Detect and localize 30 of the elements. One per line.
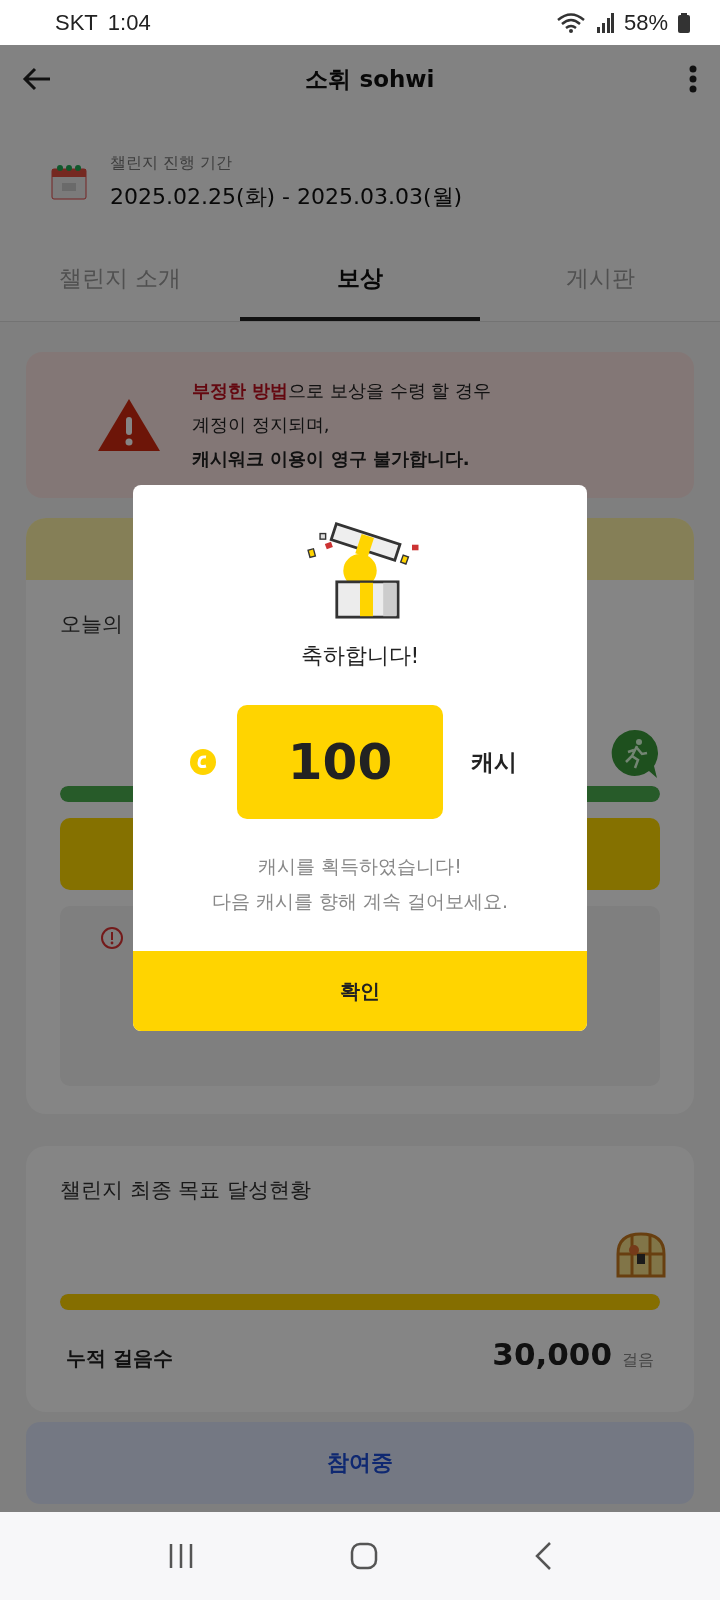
back-arrow-icon[interactable] [22, 66, 52, 93]
period-label: 챌린지 진행 기간 [110, 152, 234, 174]
wifi-icon [555, 11, 586, 34]
steps-label: 누적 걸음수 [66, 1345, 174, 1372]
page-title: 소휘 sohwi [304, 64, 436, 94]
battery-level: 58% [623, 9, 668, 36]
warning-text: 부정한 방법으로 보상을 수령 할 경우 계정이 정지되며, 캐시워크 이용이 영구 불가합니다. [192, 379, 492, 471]
dialog-title: 축하합니다! [300, 642, 420, 670]
steps-unit: 걸음 [622, 1350, 654, 1371]
tab[interactable]: 보상 [240, 231, 480, 321]
signal-icon [595, 12, 614, 33]
runner-icon [610, 728, 660, 780]
steps-value: 30,000 [492, 1336, 612, 1372]
reward-amount: 100 [237, 705, 443, 819]
card-title: 오늘의 [59, 611, 124, 638]
home-icon[interactable] [350, 1542, 378, 1570]
dialog-message: 캐시를 획득하였습니다! 다음 캐시를 향해 계속 걸어보세요. [211, 854, 509, 914]
alert-icon [100, 926, 124, 950]
coin-icon [189, 748, 217, 776]
battery-icon [678, 12, 690, 33]
period-dates: 2025.02.25(화) - 2025.03.03(월) [110, 182, 463, 211]
carrier: SKT [55, 9, 98, 36]
clock: 1:04 [107, 9, 151, 36]
warning-icon [96, 397, 162, 453]
card-title: 챌린지 최종 목표 달성현황 [59, 1177, 313, 1204]
calendar-icon [50, 163, 88, 202]
more-menu-icon[interactable] [688, 64, 698, 95]
confirm-button[interactable]: 확인 [133, 951, 587, 1031]
reward-unit: 캐시 [470, 747, 518, 777]
participating-button[interactable]: 참여중 [26, 1422, 694, 1504]
